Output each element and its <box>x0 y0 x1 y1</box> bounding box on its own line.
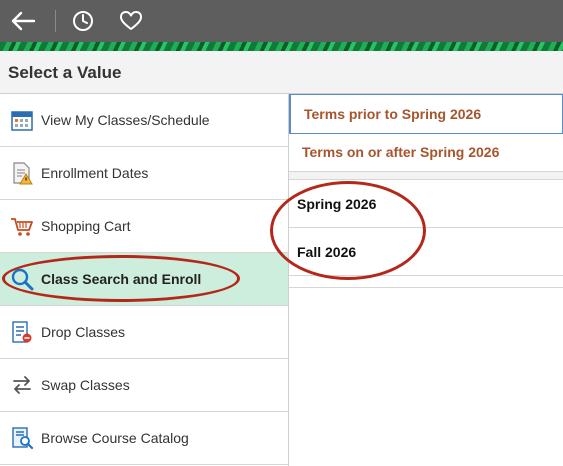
cart-icon <box>11 218 33 236</box>
nav-item-drop-classes[interactable]: Drop Classes <box>0 306 288 359</box>
nav-item-label: Drop Classes <box>41 324 126 340</box>
nav-item-enrollment-dates[interactable]: Enrollment Dates <box>0 147 288 200</box>
back-button[interactable] <box>8 7 38 35</box>
back-arrow-icon <box>11 11 36 31</box>
nav-item-swap-classes[interactable]: Swap Classes <box>0 359 288 412</box>
section-divider <box>289 172 563 180</box>
toolbar-divider <box>55 10 56 32</box>
history-button[interactable] <box>68 7 98 35</box>
nav-item-label: Swap Classes <box>41 377 130 393</box>
document-warning-icon <box>13 162 33 185</box>
clock-icon <box>73 11 93 31</box>
decorative-banner <box>0 42 563 51</box>
list-footer <box>289 276 563 288</box>
page-header: Select a Value <box>0 51 563 94</box>
calendar-icon <box>11 111 33 131</box>
terms-on-or-after-link[interactable]: Terms on or after Spring 2026 <box>289 132 563 172</box>
favorites-button[interactable] <box>116 7 146 35</box>
nav-item-browse-course-catalog[interactable]: Browse Course Catalog <box>0 412 288 465</box>
top-toolbar <box>0 0 563 42</box>
nav-item-label: Class Search and Enroll <box>41 271 202 287</box>
catalog-icon <box>12 427 34 450</box>
nav-item-label: Shopping Cart <box>41 218 131 234</box>
page-title: Select a Value <box>8 63 122 82</box>
drop-list-icon <box>12 321 32 343</box>
swap-arrows-icon <box>13 376 31 394</box>
left-navigation: View My Classes/Schedule Enrollment Date… <box>0 94 289 466</box>
nav-item-view-my-classes[interactable]: View My Classes/Schedule <box>0 94 288 147</box>
search-icon <box>11 268 34 291</box>
terms-prior-link[interactable]: Terms prior to Spring 2026 <box>289 94 563 134</box>
nav-item-shopping-cart[interactable]: Shopping Cart <box>0 200 288 253</box>
heart-icon <box>120 11 142 30</box>
nav-item-label: Enrollment Dates <box>41 165 149 181</box>
term-selection-pane: Terms prior to Spring 2026 Terms on or a… <box>289 94 563 466</box>
term-option-spring-2026[interactable]: Spring 2026 <box>289 180 563 228</box>
nav-item-label: Browse Course Catalog <box>41 430 189 446</box>
nav-item-class-search-and-enroll[interactable]: Class Search and Enroll <box>0 253 288 306</box>
term-option-fall-2026[interactable]: Fall 2026 <box>289 228 563 276</box>
nav-item-label: View My Classes/Schedule <box>41 112 210 128</box>
